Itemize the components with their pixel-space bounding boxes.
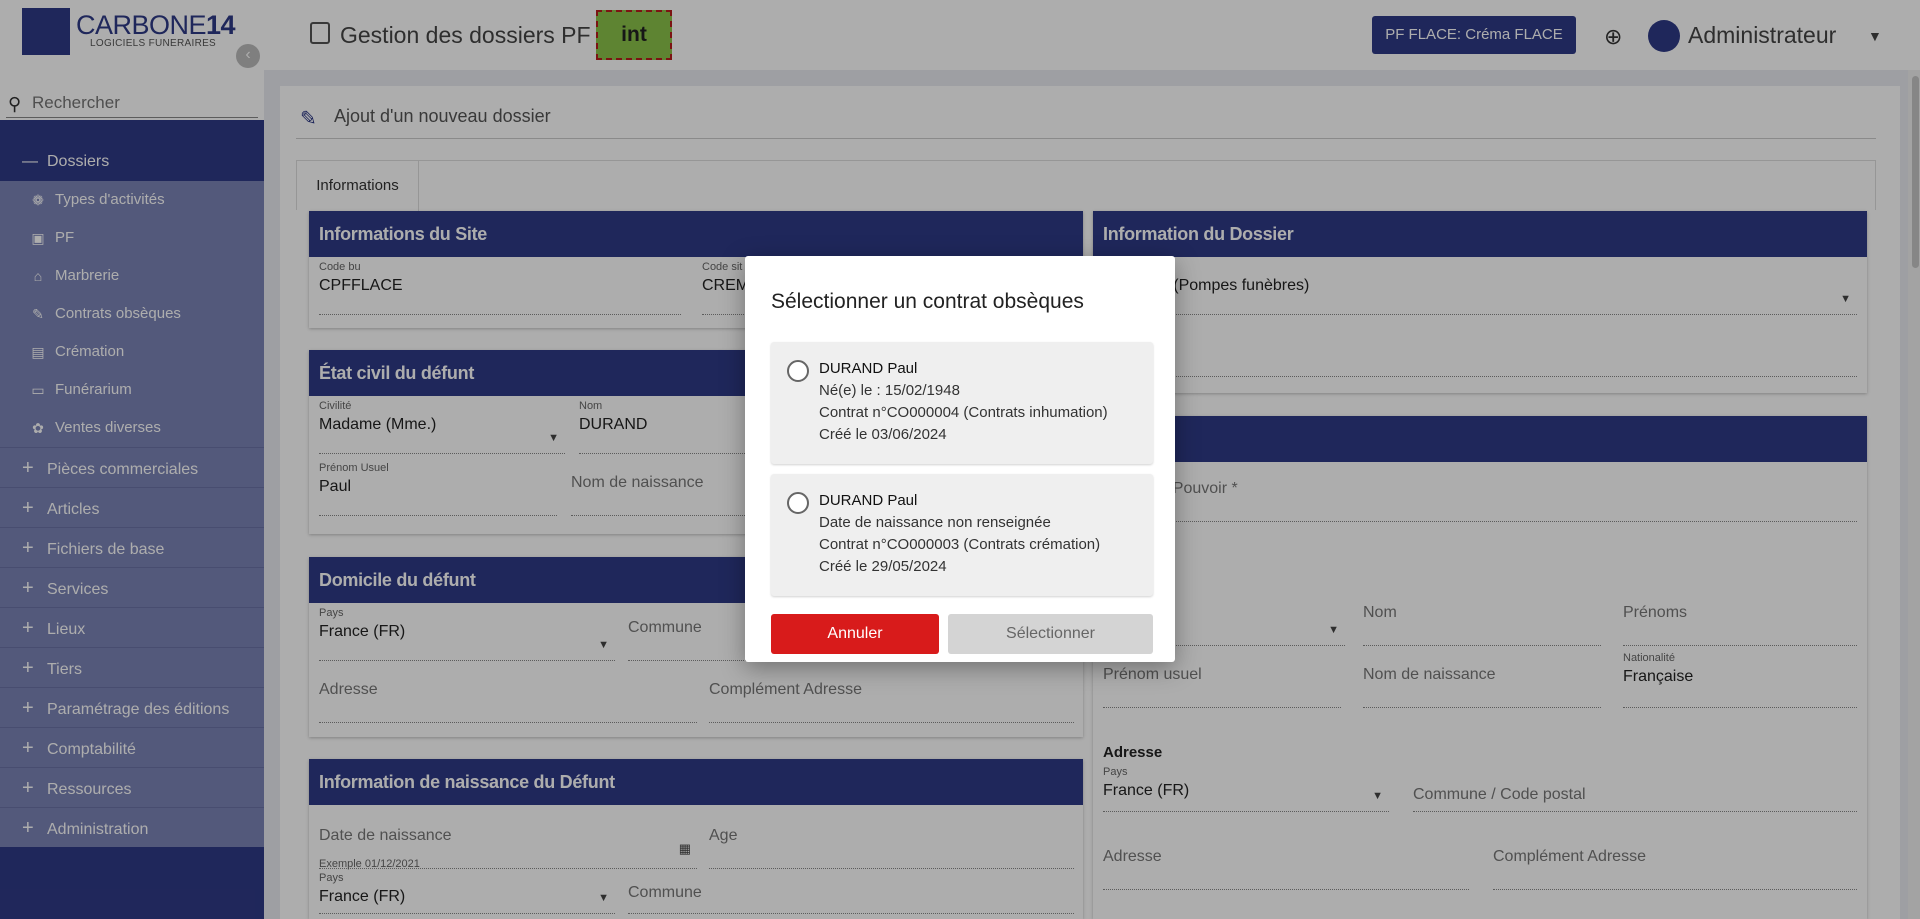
contract-birth-date: Né(e) le : 15/02/1948 (819, 382, 960, 399)
radio-button[interactable] (787, 360, 809, 382)
contract-option[interactable]: DURAND Paul Né(e) le : 15/02/1948 Contra… (771, 342, 1153, 464)
contract-created-date: Créé le 29/05/2024 (819, 558, 947, 575)
contract-option-text: DURAND Paul Date de naissance non rensei… (819, 490, 1100, 578)
contract-holder-name: DURAND Paul (819, 492, 918, 509)
contract-number: Contrat n°CO000004 (Contrats inhumation) (819, 404, 1108, 421)
contract-option[interactable]: DURAND Paul Date de naissance non rensei… (771, 474, 1153, 596)
select-button[interactable]: Sélectionner (948, 614, 1153, 654)
contract-birth-date: Date de naissance non renseignée (819, 514, 1051, 531)
radio-button[interactable] (787, 492, 809, 514)
dialog-title: Sélectionner un contrat obsèques (771, 290, 1084, 313)
cancel-button[interactable]: Annuler (771, 614, 939, 654)
contract-holder-name: DURAND Paul (819, 360, 918, 377)
contract-option-text: DURAND Paul Né(e) le : 15/02/1948 Contra… (819, 358, 1108, 446)
contract-number: Contrat n°CO000003 (Contrats crémation) (819, 536, 1101, 553)
select-contract-dialog: Sélectionner un contrat obsèques DURAND … (745, 256, 1175, 662)
contract-created-date: Créé le 03/06/2024 (819, 426, 947, 443)
